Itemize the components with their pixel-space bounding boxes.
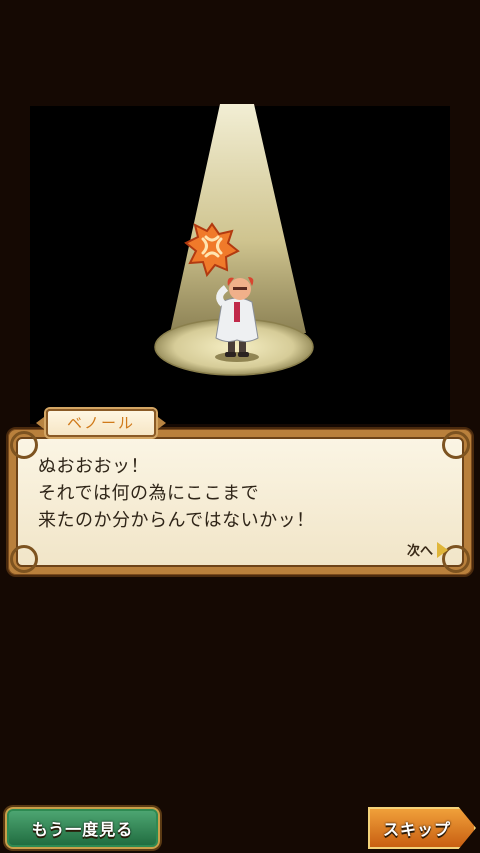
next-arrow-icon [437, 541, 448, 558]
spotlight-scene [154, 104, 314, 376]
frame-ornament [10, 545, 38, 573]
skip-button-label: スキップ [382, 820, 451, 839]
skip-button[interactable]: スキップ [368, 807, 476, 849]
replay-button-label: もう一度見る [31, 820, 134, 839]
dialogue-line: ぬおおおッ！ [38, 456, 149, 477]
frame-ornament [10, 431, 38, 459]
dialogue-line: それでは何の為にここまで [38, 483, 260, 504]
dialogue-text: ぬおおおッ！ それでは何の為にここまで 来たのか分からんではないかッ！ [38, 453, 452, 534]
speaker-name-tag: ベノール [46, 409, 156, 437]
speaker-name: ベノール [66, 414, 135, 432]
next-button[interactable]: 次へ [407, 540, 448, 559]
dialogue-box[interactable]: ぬおおおッ！ それでは何の為にここまで 来たのか分からんではないかッ！ 次へ [6, 427, 474, 577]
replay-button[interactable]: もう一度見る [5, 807, 160, 849]
dialogue-line: 来たのか分からんではないかッ！ [38, 510, 315, 531]
next-label: 次へ [406, 544, 433, 559]
